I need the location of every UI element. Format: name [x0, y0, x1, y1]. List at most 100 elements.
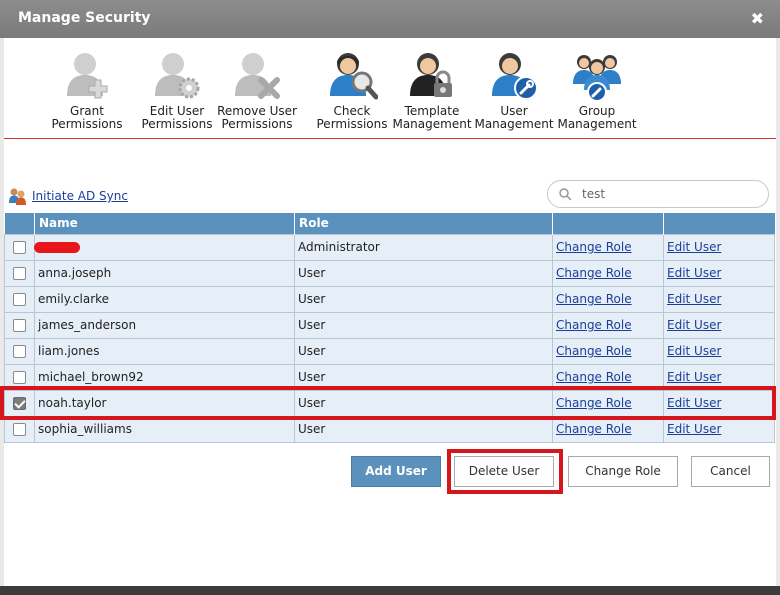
change-role-link[interactable]: Change Role — [556, 370, 632, 384]
edit-user-cell: Edit User — [663, 233, 775, 261]
row-checkbox[interactable] — [13, 267, 26, 280]
users-table-container: Name Role Administrator Change Role Edit… — [4, 213, 775, 443]
edit-user-link[interactable]: Edit User — [667, 266, 721, 280]
group-wrench-icon — [573, 55, 621, 102]
search-input[interactable] — [582, 185, 752, 203]
remove-user-permissions-button[interactable]: Remove User Permissions — [214, 50, 300, 131]
role-cell: User — [294, 285, 553, 313]
role-cell: User — [294, 259, 553, 287]
header-role[interactable]: Role — [294, 213, 553, 234]
change-role-cell: Change Role — [552, 415, 664, 443]
role-cell: User — [294, 337, 553, 365]
table-row-selected: noah.taylor User Change Role Edit User — [4, 389, 775, 417]
header-edit-user — [663, 213, 775, 234]
change-role-link[interactable]: Change Role — [556, 266, 632, 280]
header-name[interactable]: Name — [34, 213, 295, 234]
name-cell — [34, 233, 295, 261]
edit-user-link[interactable]: Edit User — [667, 396, 721, 410]
add-user-button[interactable]: Add User — [351, 456, 441, 487]
table-row: sophia_williams User Change Role Edit Us… — [4, 415, 775, 443]
user-management-button[interactable]: User Management — [471, 50, 557, 131]
row-select-cell — [4, 233, 35, 261]
change-role-link[interactable]: Change Role — [556, 292, 632, 306]
edit-user-link[interactable]: Edit User — [667, 344, 721, 358]
edit-user-link[interactable]: Edit User — [667, 240, 721, 254]
name-cell: emily.clarke — [34, 285, 295, 313]
bottom-bar — [0, 586, 780, 595]
role-cell: User — [294, 363, 553, 391]
row-select-cell — [4, 311, 35, 339]
role-cell: User — [294, 389, 553, 417]
change-role-link[interactable]: Change Role — [556, 240, 632, 254]
name-cell: noah.taylor — [34, 389, 295, 417]
change-role-link[interactable]: Change Role — [556, 396, 632, 410]
row-checkbox[interactable] — [13, 371, 26, 384]
role-cell: User — [294, 415, 553, 443]
row-select-cell — [4, 285, 35, 313]
user-gear-icon — [155, 53, 200, 99]
change-role-link[interactable]: Change Role — [556, 344, 632, 358]
change-role-cell: Change Role — [552, 311, 664, 339]
change-role-cell: Change Role — [552, 337, 664, 365]
grant-label-2: Permissions — [51, 117, 123, 131]
name-cell: anna.joseph — [34, 259, 295, 287]
user-wrench-icon — [492, 53, 538, 100]
edit-user-cell: Edit User — [663, 363, 775, 391]
edit-user-cell: Edit User — [663, 285, 775, 313]
user-remove-icon — [235, 53, 280, 99]
delete-user-button[interactable]: Delete User — [454, 456, 554, 487]
template-management-button[interactable]: Template Management — [389, 50, 475, 131]
close-icon[interactable]: ✖ — [751, 9, 764, 28]
edit-user-cell: Edit User — [663, 259, 775, 287]
row-select-cell — [4, 389, 35, 417]
template-label-2: Management — [392, 117, 472, 131]
check-permissions-button[interactable]: Check Permissions — [309, 50, 395, 131]
toolbar-divider — [4, 138, 776, 139]
change-role-link[interactable]: Change Role — [556, 318, 632, 332]
table-row: liam.jones User Change Role Edit User — [4, 337, 775, 365]
search-box[interactable] — [547, 180, 769, 208]
change-role-link[interactable]: Change Role — [556, 422, 632, 436]
remove-label-2: Permissions — [221, 117, 293, 131]
user-search-icon — [330, 53, 378, 100]
table-row: emily.clarke User Change Role Edit User — [4, 285, 775, 313]
row-checkbox[interactable] — [13, 293, 26, 306]
edit-user-link[interactable]: Edit User — [667, 292, 721, 306]
row-select-cell — [4, 337, 35, 365]
dialog-titlebar: Manage Security ✖ — [0, 0, 780, 38]
row-checkbox-checked[interactable] — [13, 397, 26, 410]
table-row: james_anderson User Change Role Edit Use… — [4, 311, 775, 339]
edit-user-permissions-button[interactable]: Edit User Permissions — [134, 50, 220, 131]
name-cell: liam.jones — [34, 337, 295, 365]
row-checkbox[interactable] — [13, 345, 26, 358]
table-row: anna.joseph User Change Role Edit User — [4, 259, 775, 287]
edit-user-cell: Edit User — [663, 311, 775, 339]
initiate-ad-sync-link[interactable]: Initiate AD Sync — [32, 189, 128, 203]
change-role-cell: Change Role — [552, 259, 664, 287]
users-table: Name Role Administrator Change Role Edit… — [4, 213, 775, 443]
cancel-button[interactable]: Cancel — [691, 456, 770, 487]
edit-user-link[interactable]: Edit User — [667, 370, 721, 384]
change-role-cell: Change Role — [552, 363, 664, 391]
role-cell: Administrator — [294, 233, 553, 261]
row-select-cell — [4, 415, 35, 443]
row-select-cell — [4, 363, 35, 391]
group-management-button[interactable]: Group Management — [554, 50, 640, 131]
header-select — [4, 213, 35, 234]
change-role-cell: Change Role — [552, 233, 664, 261]
change-role-cell: Change Role — [552, 285, 664, 313]
grant-permissions-button[interactable]: Grant Permissions — [44, 50, 130, 131]
table-header-row: Name Role — [4, 213, 775, 234]
user-mgmt-label-2: Management — [474, 117, 554, 131]
header-change-role — [552, 213, 664, 234]
row-checkbox[interactable] — [13, 319, 26, 332]
edit-label-2: Permissions — [141, 117, 213, 131]
edit-user-link[interactable]: Edit User — [667, 318, 721, 332]
change-role-button[interactable]: Change Role — [568, 456, 678, 487]
name-cell: michael_brown92 — [34, 363, 295, 391]
row-checkbox[interactable] — [13, 241, 26, 254]
edit-user-link[interactable]: Edit User — [667, 422, 721, 436]
row-checkbox[interactable] — [13, 423, 26, 436]
edit-user-cell: Edit User — [663, 415, 775, 443]
search-icon — [559, 188, 572, 201]
